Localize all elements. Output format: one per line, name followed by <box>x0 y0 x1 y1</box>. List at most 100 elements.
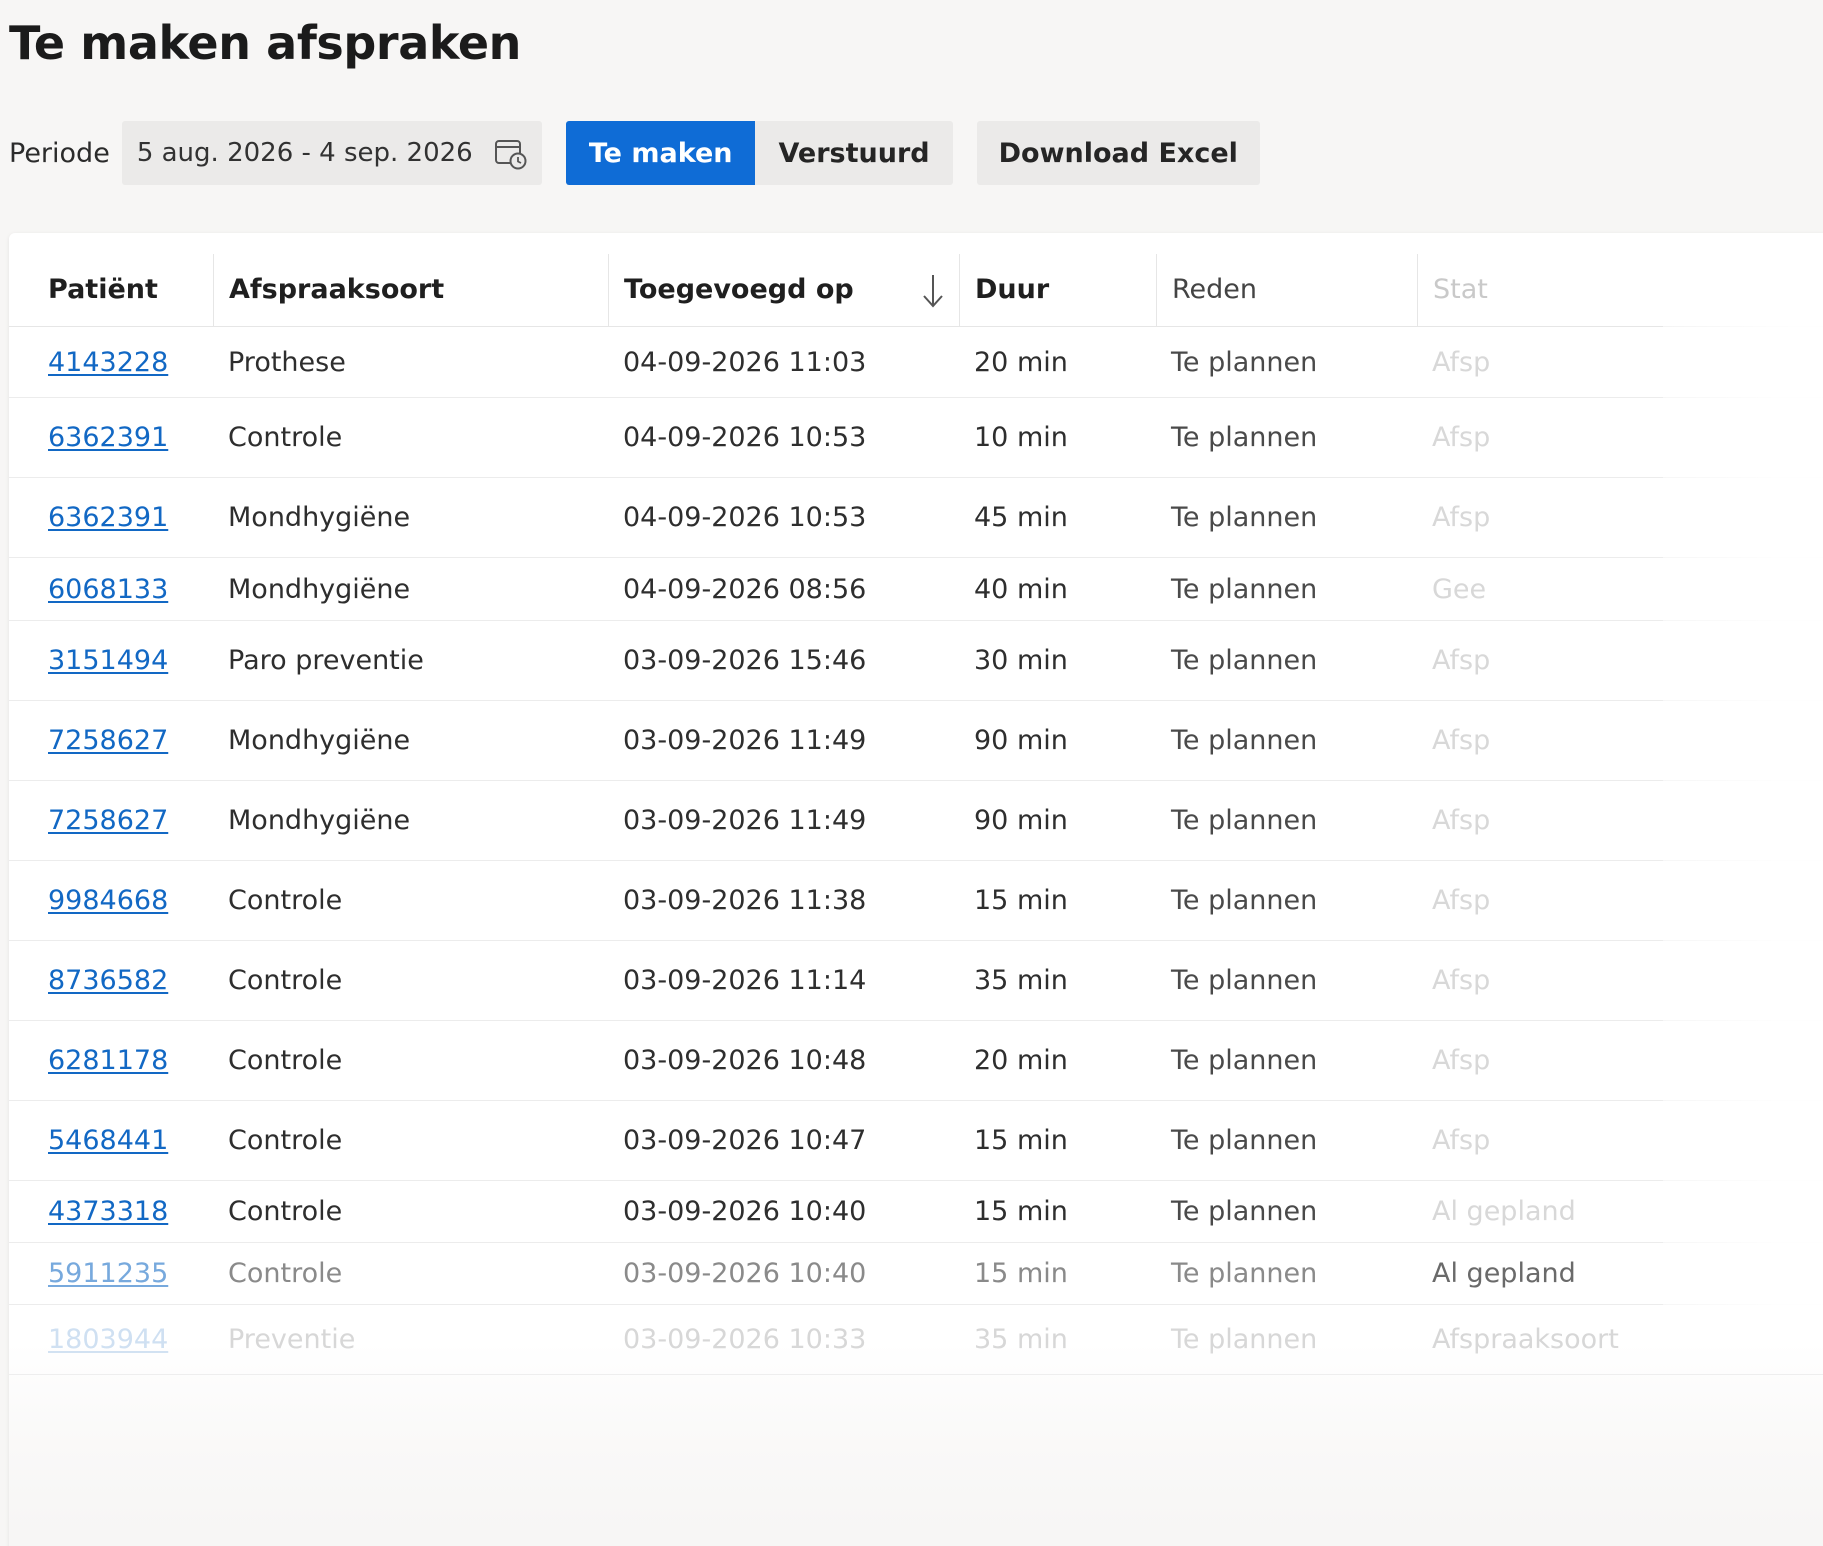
table-row[interactable]: 5468441 Controle 03-09-2026 10:47 15 min Te … <box>9 1100 1823 1181</box>
appointment-type-cell: Mondhygiëne <box>213 700 608 781</box>
patient-link[interactable]: 8736582 <box>48 965 168 996</box>
patient-link[interactable]: 6362391 <box>48 422 168 453</box>
reason-cell: Te plannen <box>1156 477 1417 558</box>
patient-id-cell: 9984668 <box>9 860 213 941</box>
table-row[interactable]: 8736582 Controle 03-09-2026 11:14 35 min Te … <box>9 940 1823 1021</box>
appointment-type-cell: Prothese <box>213 326 608 398</box>
table-row[interactable]: 1803944 Preventie 03-09-2026 10:33 35 min Te… <box>9 1304 1823 1375</box>
duration-cell: 90 min <box>959 780 1156 861</box>
added-on-cell: 04-09-2026 10:53 <box>608 477 959 558</box>
patient-id-cell: 7258627 <box>9 780 213 861</box>
tab-verstuurd[interactable]: Verstuurd <box>755 121 953 185</box>
patient-link[interactable]: 6362391 <box>48 502 168 533</box>
date-range-value: 5 aug. 2026 - 4 sep. 2026 <box>136 138 473 168</box>
reason-cell: Te plannen <box>1156 1020 1417 1101</box>
table-row[interactable]: 6362391 Controle 04-09-2026 10:53 10 min Te … <box>9 397 1823 478</box>
patient-link[interactable]: 4143228 <box>48 347 168 378</box>
reason-cell: Te plannen <box>1156 860 1417 941</box>
patient-id-cell: 6068133 <box>9 557 213 621</box>
duration-cell: 35 min <box>959 1304 1156 1375</box>
added-on-cell: 04-09-2026 08:56 <box>608 557 959 621</box>
status-cell: Afsp <box>1417 1020 1823 1101</box>
duration-cell: 20 min <box>959 1020 1156 1101</box>
patient-id-cell: 5911235 <box>9 1242 213 1305</box>
download-excel-button[interactable]: Download Excel <box>976 121 1260 185</box>
patient-link[interactable]: 6068133 <box>48 574 168 605</box>
reason-cell: Te plannen <box>1156 557 1417 621</box>
patient-link[interactable]: 5468441 <box>48 1125 168 1156</box>
table-row[interactable]: 9984668 Controle 03-09-2026 11:38 15 min Te … <box>9 860 1823 941</box>
added-on-cell: 03-09-2026 11:14 <box>608 940 959 1021</box>
added-on-cell: 03-09-2026 10:33 <box>608 1304 959 1375</box>
table-row[interactable]: 7258627 Mondhygiëne 03-09-2026 11:49 90 min… <box>9 700 1823 781</box>
reason-cell: Te plannen <box>1156 940 1417 1021</box>
added-on-cell: 03-09-2026 11:49 <box>608 700 959 781</box>
status-cell: Afsp <box>1417 477 1823 558</box>
status-cell: Gee <box>1417 557 1823 621</box>
patient-link[interactable]: 5911235 <box>48 1258 168 1289</box>
appointment-type-cell: Mondhygiëne <box>213 780 608 861</box>
patient-link[interactable]: 3151494 <box>48 645 168 676</box>
patient-link[interactable]: 1803944 <box>48 1324 168 1355</box>
calendar-clock-icon[interactable] <box>493 136 529 172</box>
patient-link[interactable]: 6281178 <box>48 1045 168 1076</box>
table-row[interactable]: 4143228 Prothese 04-09-2026 11:03 20 min Te … <box>9 326 1823 398</box>
appointment-type-cell: Preventie <box>213 1304 608 1375</box>
patient-link[interactable]: 4373318 <box>48 1196 168 1227</box>
status-cell: Afspraaksoort <box>1417 1304 1823 1375</box>
duration-cell: 30 min <box>959 620 1156 701</box>
column-header-type[interactable]: Afspraaksoort <box>213 233 608 327</box>
table-row[interactable]: 6362391 Mondhygiëne 04-09-2026 10:53 45 min… <box>9 477 1823 558</box>
patient-id-cell: 4143228 <box>9 326 213 398</box>
date-range-picker[interactable]: 5 aug. 2026 - 4 sep. 2026 <box>121 121 542 185</box>
status-cell: Al gepland <box>1417 1180 1823 1243</box>
added-on-cell: 03-09-2026 10:48 <box>608 1020 959 1101</box>
appointment-type-cell: Controle <box>213 1020 608 1101</box>
tab-te-maken[interactable]: Te maken <box>565 121 756 185</box>
table-row[interactable]: 7258627 Mondhygiëne 03-09-2026 11:49 90 min… <box>9 780 1823 861</box>
column-header-reason[interactable]: Reden <box>1156 233 1417 327</box>
reason-cell: Te plannen <box>1156 1180 1417 1243</box>
table-row[interactable]: 6068133 Mondhygiëne 04-09-2026 08:56 40 min… <box>9 557 1823 621</box>
appointments-table-card: Patiënt Afspraaksoort Toegevoegd op Duur… <box>9 233 1823 1546</box>
status-cell: Afsp <box>1417 860 1823 941</box>
status-cell: Afsp <box>1417 326 1823 398</box>
view-switch: Te maken Verstuurd <box>565 121 953 185</box>
table-row[interactable]: 3151494 Paro preventie 03-09-2026 15:46 30 … <box>9 620 1823 701</box>
page-title: Te maken afspraken <box>9 16 521 70</box>
reason-cell: Te plannen <box>1156 780 1417 861</box>
appointments-table: Patiënt Afspraaksoort Toegevoegd op Duur… <box>9 233 1823 1375</box>
arrow-down-icon[interactable] <box>919 272 947 310</box>
table-row[interactable]: 6281178 Controle 03-09-2026 10:48 20 min Te … <box>9 1020 1823 1101</box>
patient-id-cell: 6362391 <box>9 477 213 558</box>
reason-cell: Te plannen <box>1156 1100 1417 1181</box>
duration-cell: 15 min <box>959 860 1156 941</box>
table-row[interactable]: 5911235 Controle 03-09-2026 10:40 15 min Te … <box>9 1242 1823 1305</box>
appointment-type-cell: Controle <box>213 1180 608 1243</box>
toolbar: Periode 5 aug. 2026 - 4 sep. 2026 Te mak… <box>9 121 1260 185</box>
duration-cell: 35 min <box>959 940 1156 1021</box>
patient-id-cell: 1803944 <box>9 1304 213 1375</box>
duration-cell: 90 min <box>959 700 1156 781</box>
patient-link[interactable]: 7258627 <box>48 805 168 836</box>
table-header-row: Patiënt Afspraaksoort Toegevoegd op Duur… <box>9 233 1823 327</box>
reason-cell: Te plannen <box>1156 700 1417 781</box>
table-row[interactable]: 4373318 Controle 03-09-2026 10:40 15 min Te … <box>9 1180 1823 1243</box>
duration-cell: 45 min <box>959 477 1156 558</box>
column-header-duration[interactable]: Duur <box>959 233 1156 327</box>
status-cell: Afsp <box>1417 620 1823 701</box>
reason-cell: Te plannen <box>1156 620 1417 701</box>
added-on-cell: 03-09-2026 10:40 <box>608 1180 959 1243</box>
column-header-patient[interactable]: Patiënt <box>9 233 213 327</box>
patient-link[interactable]: 7258627 <box>48 725 168 756</box>
page: Te maken afspraken Periode 5 aug. 2026 -… <box>0 0 1823 1546</box>
patient-id-cell: 6362391 <box>9 397 213 478</box>
appointment-type-cell: Mondhygiëne <box>213 477 608 558</box>
added-on-cell: 03-09-2026 15:46 <box>608 620 959 701</box>
appointment-type-cell: Controle <box>213 397 608 478</box>
column-header-status[interactable]: Stat <box>1417 233 1823 327</box>
column-header-added[interactable]: Toegevoegd op <box>608 233 959 327</box>
duration-cell: 20 min <box>959 326 1156 398</box>
patient-link[interactable]: 9984668 <box>48 885 168 916</box>
patient-id-cell: 3151494 <box>9 620 213 701</box>
